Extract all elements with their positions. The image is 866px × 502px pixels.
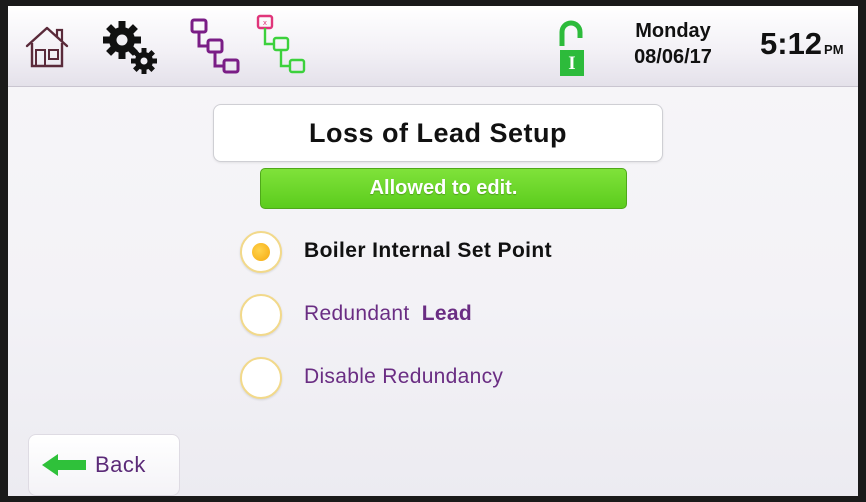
page-title: Loss of Lead Setup [213, 104, 663, 162]
radio-button-selected[interactable] [240, 231, 282, 273]
device-bezel: x I Monday 08/06/17 5:12 PM Loss of Lead… [0, 0, 866, 502]
padlock-letter: I [568, 53, 576, 74]
top-bar: x I Monday 08/06/17 5:12 PM [8, 6, 858, 87]
back-arrow-icon [42, 454, 86, 476]
clock: 5:12 PM [760, 26, 844, 68]
network-tree-icon[interactable] [186, 16, 252, 82]
option-redundant-lead[interactable]: Redundant Lead [238, 294, 658, 338]
option-label: Redundant Lead [304, 301, 472, 327]
back-label: Back [95, 452, 146, 477]
time-label: 5:12 [760, 26, 823, 61]
option-disable-redundancy[interactable]: Disable Redundancy [238, 357, 658, 401]
option-label-part: Redundant [304, 302, 410, 325]
option-label: Disable Redundancy [304, 365, 504, 388]
radio-button[interactable] [240, 357, 282, 399]
option-boiler-internal-set-point[interactable]: Boiler Internal Set Point [238, 231, 658, 275]
network-tree-alert-icon[interactable]: x [252, 12, 318, 82]
back-button[interactable]: Back [28, 434, 180, 496]
date-label: 08/06/17 [634, 46, 712, 68]
home-icon[interactable] [22, 22, 72, 72]
edit-status-banner: Allowed to edit. [260, 168, 627, 209]
ampm-label: PM [824, 42, 844, 57]
day-label: Monday [635, 20, 711, 42]
touch-screen: x I Monday 08/06/17 5:12 PM Loss of Lead… [8, 6, 858, 496]
option-label: Boiler Internal Set Point [304, 239, 553, 262]
svg-text:x: x [263, 19, 267, 27]
settings-gears-icon[interactable] [100, 20, 162, 78]
radio-dot [252, 243, 270, 261]
radio-button[interactable] [240, 294, 282, 336]
date-display: Monday 08/06/17 [614, 18, 732, 70]
option-label-part-bold: Lead [421, 302, 472, 325]
